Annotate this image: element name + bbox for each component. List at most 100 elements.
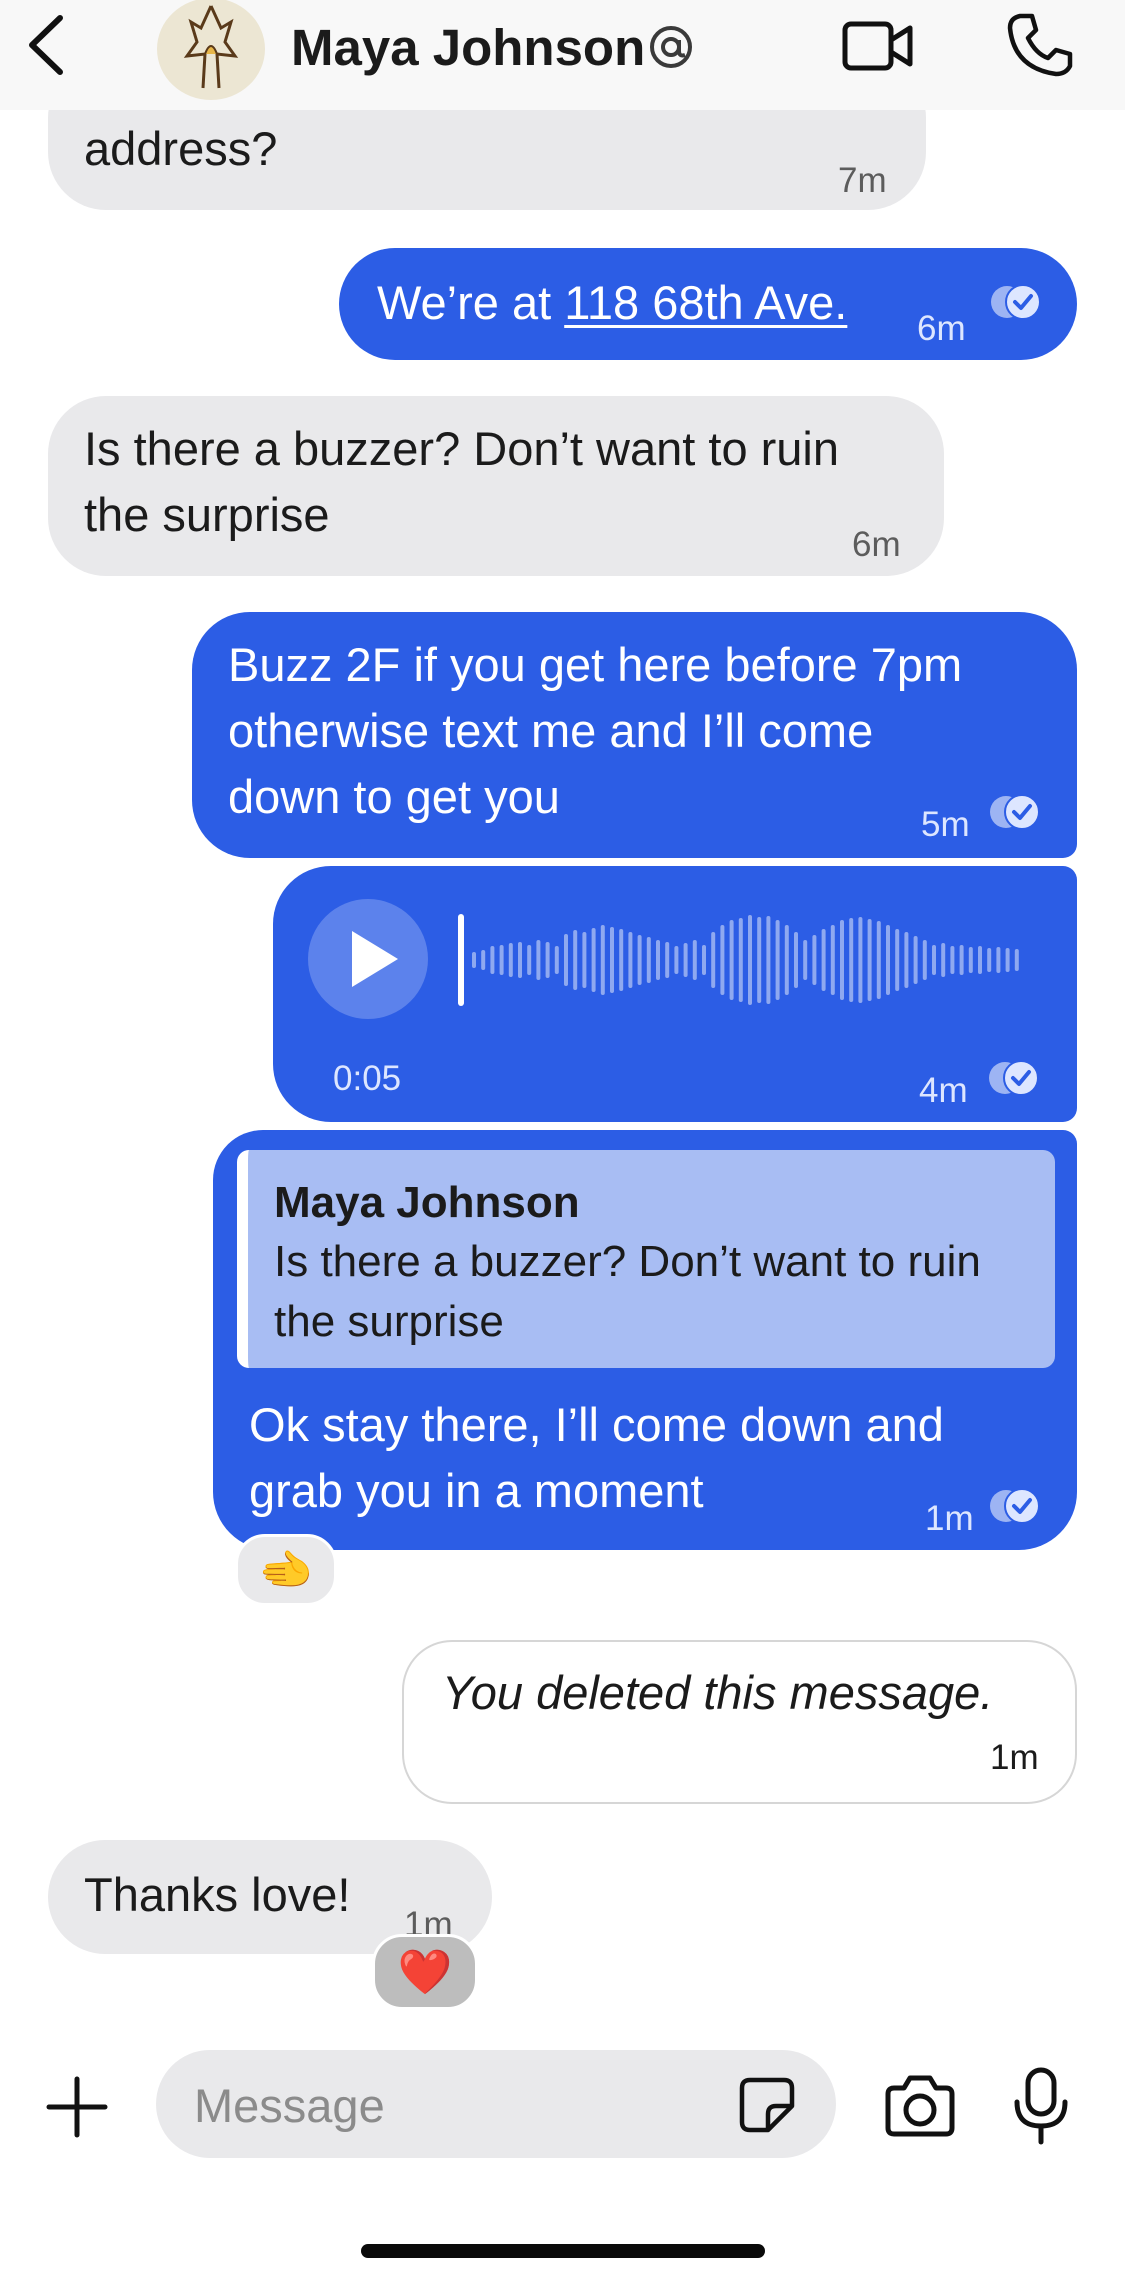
camera-icon[interactable]	[884, 2072, 956, 2138]
waveform-bar	[978, 946, 982, 974]
waveform-bar	[849, 918, 854, 1002]
play-icon	[352, 931, 398, 987]
message-outgoing[interactable]: Buzz 2F if you get here before 7pm other…	[192, 612, 1077, 858]
message-time: 5m	[921, 805, 970, 844]
waveform-bar	[729, 920, 734, 1000]
back-icon[interactable]	[18, 10, 78, 80]
message-line: Buzz 2F if you get here before 7pm	[228, 638, 963, 691]
waveform-bar	[941, 943, 946, 977]
play-button[interactable]	[308, 899, 428, 1019]
avatar[interactable]	[157, 0, 265, 100]
message-line: otherwise text me and I’ll come	[228, 704, 874, 757]
waveform-bar	[527, 945, 532, 975]
deleted-message[interactable]: You deleted this message. 1m	[402, 1640, 1077, 1804]
message-incoming[interactable]: Is there a buzzer? Don’t want to ruin th…	[48, 396, 944, 576]
waveform-bar	[711, 932, 716, 988]
waveform-bar	[738, 918, 743, 1002]
waveform-bar	[665, 942, 670, 978]
voice-duration: 0:05	[333, 1059, 402, 1098]
waveform-bar	[545, 942, 550, 978]
waveform-bar	[876, 921, 881, 999]
playhead[interactable]	[458, 914, 464, 1006]
waveform-bar	[959, 945, 964, 975]
waveform-bar	[536, 940, 541, 980]
message-text: address?	[84, 122, 278, 175]
waveform-bar	[840, 920, 844, 1000]
contact-name[interactable]: Maya Johnson	[291, 18, 645, 77]
waveform-bar	[481, 950, 486, 970]
waveform-bar	[702, 945, 706, 975]
waveform-bar	[895, 929, 900, 991]
message-time: 6m	[852, 525, 901, 564]
message-line: grab you in a moment	[249, 1464, 704, 1517]
waveform-bar	[619, 929, 624, 991]
waveform-bar	[600, 925, 605, 995]
message-outgoing[interactable]: We’re at 118 68th Ave. 6m	[339, 248, 1077, 360]
quoted-line: the surprise	[274, 1297, 504, 1346]
waveform-bar	[812, 935, 817, 985]
microphone-icon[interactable]	[1011, 2066, 1071, 2146]
waveform-bar	[996, 947, 1001, 973]
reply-message[interactable]: Maya Johnson Is there a buzzer? Don’t wa…	[213, 1130, 1077, 1550]
reaction-badge[interactable]: ❤️	[372, 1934, 478, 2010]
message-line: down to get you	[228, 770, 560, 823]
waveform-bar	[784, 925, 789, 995]
voice-message[interactable]: 0:05 4m	[273, 866, 1077, 1122]
address-link[interactable]: 118 68th Ave.	[564, 276, 847, 329]
waveform-bar	[564, 934, 568, 986]
waveform-bar	[867, 919, 872, 1001]
waveform-bar	[968, 947, 973, 973]
message-input[interactable]	[192, 2072, 716, 2138]
message-line: Ok stay there, I’ll come down and	[249, 1398, 944, 1451]
waveform-bar	[472, 952, 476, 968]
waveform-bar	[913, 936, 918, 984]
quoted-line: Is there a buzzer? Don’t want to ruin	[274, 1237, 981, 1286]
read-receipt-icon	[990, 794, 1040, 830]
waveform-bar	[499, 945, 504, 975]
waveform-bar	[766, 916, 771, 1004]
waveform-bar	[628, 932, 633, 988]
waveform-bar	[518, 942, 522, 978]
message-text: We’re at 118 68th Ave.	[377, 276, 848, 329]
read-receipt-icon	[989, 1060, 1039, 1096]
waveform-bar	[508, 943, 513, 977]
waveform-bar	[554, 946, 559, 974]
waveform-bar	[794, 932, 798, 988]
quoted-message[interactable]: Maya Johnson Is there a buzzer? Don’t wa…	[237, 1150, 1055, 1368]
reaction-badge[interactable]: 🫲	[235, 1534, 337, 1606]
waveform-bar	[830, 925, 835, 995]
waveform-bar	[757, 917, 762, 1003]
plus-icon[interactable]	[45, 2075, 109, 2139]
at-icon	[650, 26, 692, 68]
message-composer[interactable]	[156, 2050, 836, 2158]
waveform-bar	[610, 927, 614, 993]
waveform-bar	[490, 946, 495, 974]
message-time: 4m	[919, 1071, 968, 1110]
home-indicator	[361, 2244, 765, 2258]
waveform-bar	[573, 930, 578, 990]
waveform-bar	[656, 940, 660, 980]
message-time: 1m	[990, 1738, 1039, 1777]
waveform-bar	[683, 943, 688, 977]
message-line: the surprise	[84, 488, 330, 541]
waveform-bar	[637, 935, 642, 985]
sticker-icon[interactable]	[738, 2076, 796, 2134]
waveform-bar	[674, 946, 679, 974]
waveform-bar	[748, 915, 752, 1005]
phone-icon[interactable]	[1006, 12, 1074, 78]
waveform-bar	[646, 937, 651, 983]
video-icon[interactable]	[842, 16, 914, 76]
deleted-message-text: You deleted this message.	[442, 1666, 994, 1719]
waveform-bar	[775, 920, 780, 1000]
waveform-bar	[950, 946, 955, 974]
waveform-bar	[858, 917, 863, 1003]
waveform-bar	[904, 932, 909, 988]
waveform-bar	[720, 925, 725, 995]
waveform-bar	[582, 932, 587, 988]
waveform-bar	[803, 940, 808, 980]
conversation-header: Maya Johnson	[0, 0, 1125, 110]
waveform-bar	[591, 928, 596, 992]
message-time: 1m	[925, 1499, 974, 1538]
waveform-bar	[922, 940, 927, 980]
audio-waveform[interactable]	[458, 912, 1028, 1008]
